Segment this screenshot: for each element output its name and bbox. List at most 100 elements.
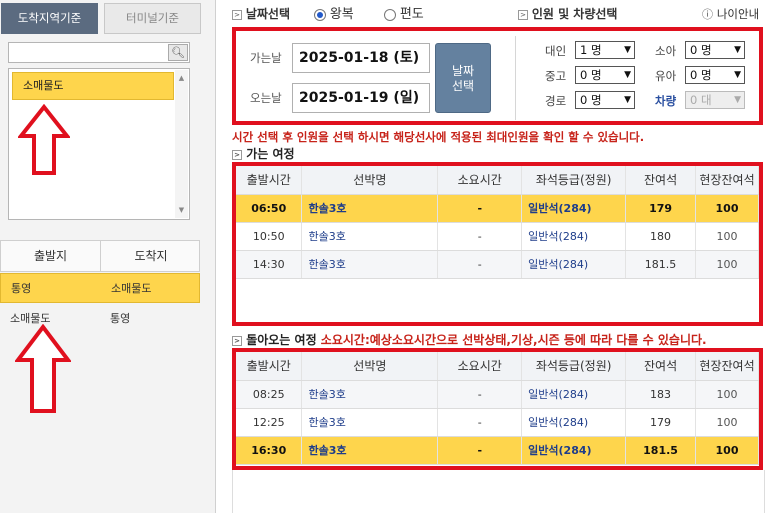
column-header: 소요시간 bbox=[437, 166, 523, 195]
go-date-label: 가는날 bbox=[250, 51, 282, 65]
up-arrow-annotation-icon bbox=[15, 324, 71, 413]
ship-name-cell: 한솔3호 bbox=[301, 222, 439, 251]
ship-name-cell: 한솔3호 bbox=[301, 408, 439, 437]
table-row[interactable]: 06:50 한솔3호 - 일반석(284) 179 100 bbox=[236, 194, 759, 223]
duration-cell: - bbox=[437, 380, 523, 409]
onsite-seats-cell: 100 bbox=[695, 380, 759, 409]
vehicle-label: 차량 bbox=[655, 94, 677, 108]
column-header: 현장잔여석 bbox=[695, 352, 759, 381]
table-row[interactable]: 12:25 한솔3호 - 일반석(284) 179 100 bbox=[236, 408, 759, 437]
chevron-down-icon: ▼ bbox=[734, 95, 741, 105]
infant-select[interactable]: 0 명 ▼ bbox=[685, 66, 745, 84]
seat-grade-cell: 일반석(284) bbox=[521, 408, 627, 437]
ship-name-cell: 한솔3호 bbox=[301, 250, 439, 279]
region-list-scrollbar[interactable]: ▲ ▼ bbox=[175, 70, 188, 218]
chevron-right-icon: > bbox=[232, 9, 242, 20]
onsite-seats-cell: 100 bbox=[695, 194, 759, 223]
column-header: 소요시간 bbox=[437, 352, 523, 381]
left-panel: 도착지역기준 터미널기준 🔍︎ 소매물도 ▲ ▼ 출발지 도착지 통영 소매물도… bbox=[0, 0, 216, 513]
table-row[interactable]: 16:30 한솔3호 - 일반석(284) 181.5 100 bbox=[236, 436, 759, 465]
seat-grade-cell: 일반석(284) bbox=[521, 436, 627, 465]
adult-label: 대인 bbox=[545, 44, 567, 58]
route-row[interactable]: 통영 소매물도 bbox=[0, 273, 200, 303]
chevron-down-icon: ▼ bbox=[624, 70, 631, 80]
column-header: 잔여석 bbox=[625, 352, 697, 381]
remaining-seats-cell: 181.5 bbox=[625, 436, 697, 465]
up-arrow-annotation-icon bbox=[18, 104, 70, 175]
search-icon[interactable]: 🔍︎ bbox=[168, 44, 188, 61]
chevron-right-icon: > bbox=[518, 9, 528, 20]
chevron-down-icon: ▼ bbox=[734, 45, 741, 55]
column-header: 잔여석 bbox=[625, 166, 697, 195]
departure-time-cell: 06:50 bbox=[236, 194, 303, 223]
table-row[interactable]: 10:50 한솔3호 - 일반석(284) 180 100 bbox=[236, 222, 759, 251]
duration-cell: - bbox=[437, 436, 523, 465]
seat-grade-cell: 일반석(284) bbox=[521, 222, 627, 251]
round-trip-radio[interactable]: 왕복 bbox=[314, 4, 354, 25]
select-date-button[interactable]: 날짜 선택 bbox=[435, 43, 491, 113]
radio-checked-icon[interactable] bbox=[314, 8, 326, 21]
table-header-row: 출발시간 선박명 소요시간 좌석등급(정원) 잔여석 현장잔여석 bbox=[236, 166, 759, 195]
inbound-title: > 돌아오는 여정 소요시간:예상소요시간으로 선박상태,기상,시즌 등에 따라… bbox=[232, 331, 707, 348]
age-guide-link[interactable]: ⓘ 나이안내 bbox=[702, 4, 759, 25]
return-date-label: 오는날 bbox=[250, 91, 282, 105]
onsite-seats-cell: 100 bbox=[695, 222, 759, 251]
region-tabs: 도착지역기준 터미널기준 bbox=[0, 0, 216, 34]
route-arrival: 통영 bbox=[110, 312, 131, 325]
scroll-down-icon[interactable]: ▼ bbox=[175, 204, 188, 216]
radio-unchecked-icon[interactable] bbox=[384, 8, 396, 21]
region-item-somaemuldo[interactable]: 소매물도 bbox=[12, 72, 174, 100]
seat-grade-cell: 일반석(284) bbox=[521, 380, 627, 409]
column-header: 출발시간 bbox=[236, 352, 303, 381]
child-select[interactable]: 0 명 ▼ bbox=[685, 41, 745, 59]
teen-select[interactable]: 0 명 ▼ bbox=[575, 66, 635, 84]
remaining-seats-cell: 183 bbox=[625, 380, 697, 409]
remaining-seats-cell: 180 bbox=[625, 222, 697, 251]
adult-select[interactable]: 1 명 ▼ bbox=[575, 41, 635, 59]
column-header: 현장잔여석 bbox=[695, 166, 759, 195]
departure-time-cell: 08:25 bbox=[236, 380, 303, 409]
max-passenger-notice: 시간 선택 후 인원을 선택 하시면 해당선사에 적용된 최대인원을 확인 할 … bbox=[232, 130, 645, 144]
table-row[interactable]: 08:25 한솔3호 - 일반석(284) 183 100 bbox=[236, 380, 759, 409]
column-header: 출발시간 bbox=[236, 166, 303, 195]
ship-name-cell: 한솔3호 bbox=[301, 194, 439, 223]
departure-time-cell: 16:30 bbox=[236, 436, 303, 465]
return-date-field[interactable]: 2025-01-19 (일) bbox=[292, 83, 430, 113]
duration-note: 소요시간:예상소요시간으로 선박상태,기상,시즌 등에 따라 다를 수 있습니다… bbox=[320, 333, 707, 347]
return-date-row: 오는날 2025-01-19 (일) bbox=[250, 83, 440, 113]
one-way-radio[interactable]: 편도 bbox=[384, 4, 424, 25]
remaining-seats-cell: 179 bbox=[625, 194, 697, 223]
child-label: 소아 bbox=[655, 44, 677, 58]
ship-name-cell: 한솔3호 bbox=[301, 436, 439, 465]
column-header: 선박명 bbox=[301, 352, 439, 381]
tab-arrival-region[interactable]: 도착지역기준 bbox=[1, 3, 98, 34]
remaining-seats-cell: 181.5 bbox=[625, 250, 697, 279]
tab-terminal[interactable]: 터미널기준 bbox=[104, 3, 201, 34]
scroll-up-icon[interactable]: ▲ bbox=[175, 72, 188, 84]
departure-time-cell: 10:50 bbox=[236, 222, 303, 251]
column-header: 좌석등급(정원) bbox=[521, 166, 627, 195]
booking-panel: > 날짜선택 왕복 편도 > 인원 및 차량선택 ⓘ 나이안내 가는날 2025… bbox=[232, 0, 765, 513]
route-departure: 통영 bbox=[11, 282, 32, 295]
chevron-down-icon: ▼ bbox=[624, 95, 631, 105]
region-search-input[interactable] bbox=[8, 42, 190, 63]
table-row[interactable]: 14:30 한솔3호 - 일반석(284) 181.5 100 bbox=[236, 250, 759, 279]
onsite-seats-cell: 100 bbox=[695, 436, 759, 465]
top-bar: > 날짜선택 왕복 편도 > 인원 및 차량선택 ⓘ 나이안내 bbox=[232, 4, 765, 24]
duration-cell: - bbox=[437, 194, 523, 223]
infant-label: 유아 bbox=[655, 69, 677, 83]
date-select-heading: > 날짜선택 bbox=[232, 4, 290, 24]
arrival-header: 도착지 bbox=[134, 249, 168, 263]
route-arrival: 소매물도 bbox=[111, 282, 152, 295]
senior-select[interactable]: 0 명 ▼ bbox=[575, 91, 635, 109]
chevron-right-icon: > bbox=[232, 335, 242, 346]
ship-name-cell: 한솔3호 bbox=[301, 380, 439, 409]
go-date-row: 가는날 2025-01-18 (토) bbox=[250, 43, 440, 73]
empty-area bbox=[232, 470, 765, 513]
go-date-field[interactable]: 2025-01-18 (토) bbox=[292, 43, 430, 73]
route-header: 출발지 도착지 bbox=[0, 240, 200, 272]
duration-cell: - bbox=[437, 250, 523, 279]
vehicle-select: 0 대 ▼ bbox=[685, 91, 745, 109]
seat-grade-cell: 일반석(284) bbox=[521, 250, 627, 279]
outbound-title: > 가는 여정 bbox=[232, 145, 295, 162]
